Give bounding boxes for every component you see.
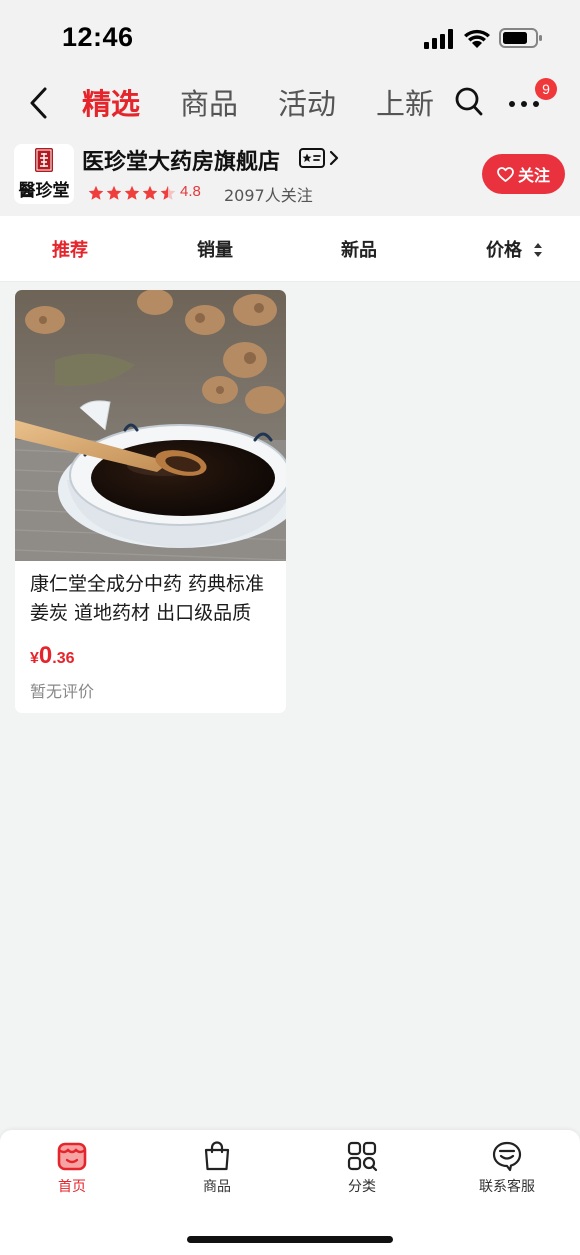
shop-home-icon: [57, 1142, 87, 1171]
status-bar: 12:46: [0, 0, 580, 74]
store-nav-bar: 精选 商品 活动 上新 9: [0, 74, 580, 136]
follower-count: 2097人关注: [224, 186, 313, 205]
bottom-tab-home-label: 首页: [58, 1179, 86, 1195]
notification-badge: 9: [535, 78, 557, 100]
heart-icon: [497, 166, 514, 182]
sort-recommended[interactable]: 推荐: [52, 236, 88, 262]
price-decimal: .36: [52, 650, 75, 667]
sort-bar: 推荐 销量 新品 价格: [0, 216, 580, 282]
sort-sales[interactable]: 销量: [197, 236, 233, 262]
bottom-tab-home[interactable]: 首页: [27, 1140, 117, 1196]
bottom-tab-products-label: 商品: [203, 1179, 231, 1195]
bottom-tab-customer-service-label: 联系客服: [479, 1179, 535, 1195]
shopping-bag-icon: [204, 1141, 230, 1171]
store-header: 醫珍堂 医珍堂大药房旗舰店 4.8 2097人关注 关注: [0, 136, 580, 216]
follow-button[interactable]: 关注: [482, 154, 565, 194]
bottom-tab-category-label: 分类: [348, 1179, 376, 1195]
product-review-status: 暂无评价: [30, 682, 95, 701]
bottom-tab-category[interactable]: 分类: [317, 1140, 407, 1196]
store-tabs: 精选 商品 活动 上新: [82, 82, 440, 126]
store-license-card-icon[interactable]: [299, 148, 325, 168]
logo-text: 醫珍堂: [19, 180, 70, 201]
more-dots-icon[interactable]: [508, 100, 540, 108]
product-card[interactable]: 康仁堂全成分中药 药典标准 姜炭 道地药材 出口级品质 ¥0.36 暂无评价: [15, 290, 286, 713]
tab-activities[interactable]: 活动: [278, 82, 336, 126]
store-logo[interactable]: 醫珍堂: [14, 144, 74, 204]
follow-label: 关注: [517, 166, 550, 185]
product-title[interactable]: 康仁堂全成分中药 药典标准 姜炭 道地药材 出口级品质: [30, 570, 275, 628]
sort-arrows-icon[interactable]: [533, 242, 543, 258]
back-chevron-icon[interactable]: [28, 86, 50, 120]
rating-stars: [88, 185, 176, 200]
product-price: ¥0.36: [30, 642, 75, 670]
wifi-icon: [464, 29, 490, 48]
status-time: 12:46: [62, 22, 134, 52]
tab-featured[interactable]: 精选: [82, 82, 140, 126]
rating-value: 4.8: [180, 183, 201, 200]
store-logo-graphic: 醫珍堂: [14, 144, 74, 204]
category-grid-icon: [347, 1141, 378, 1172]
home-indicator: [187, 1236, 393, 1243]
customer-service-icon: [492, 1141, 522, 1172]
search-icon[interactable]: [454, 86, 484, 118]
chevron-right-icon[interactable]: [329, 150, 339, 166]
battery-icon: [499, 28, 542, 48]
sort-price[interactable]: 价格: [486, 236, 522, 262]
tab-new-arrivals[interactable]: 上新: [376, 82, 434, 126]
product-image[interactable]: [15, 290, 286, 561]
bottom-tab-products[interactable]: 商品: [172, 1140, 262, 1196]
cellular-signal-icon: [424, 29, 453, 49]
store-name[interactable]: 医珍堂大药房旗舰店: [82, 144, 280, 176]
sort-new[interactable]: 新品: [341, 236, 377, 262]
tab-products[interactable]: 商品: [180, 82, 238, 126]
price-symbol: ¥: [30, 650, 39, 667]
bottom-tab-customer-service[interactable]: 联系客服: [462, 1140, 552, 1196]
price-integer: 0: [38, 642, 53, 669]
